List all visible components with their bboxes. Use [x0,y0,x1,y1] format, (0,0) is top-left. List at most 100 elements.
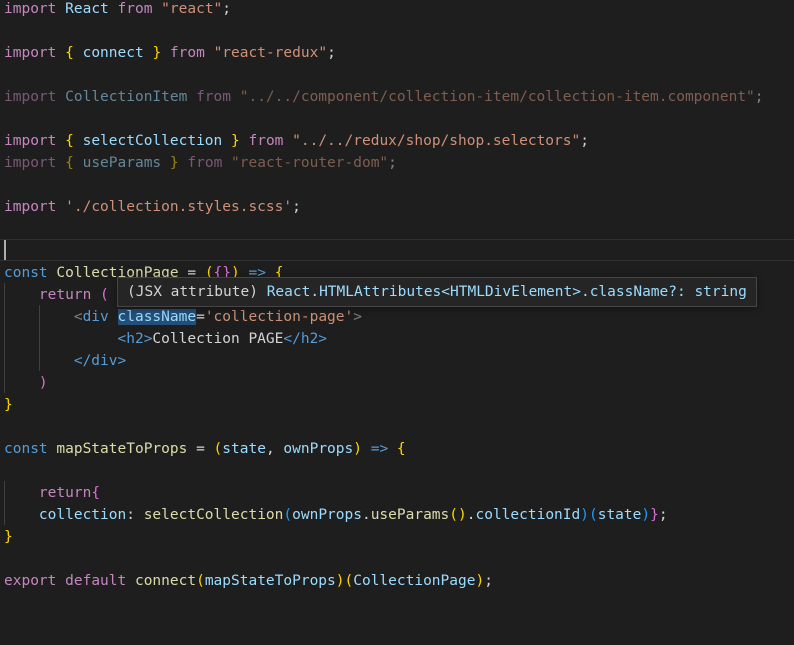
semicolon: ; [484,573,493,589]
const-keyword: const [4,441,48,457]
code-line-15: <h2>Collection PAGE</h2> [4,328,328,350]
brace: } [4,397,13,413]
brace: } [231,133,240,149]
return-keyword: return [38,287,92,303]
paren: ( [283,507,293,523]
current-line-highlight [0,239,794,261]
import-source: "react-redux" [213,45,328,61]
semicolon: ; [292,199,301,215]
import-source: './collection.styles.scss' [65,199,293,215]
from-keyword: from [248,133,284,149]
paren: ( [196,573,205,589]
semicolon: ; [580,133,589,149]
equals: = [196,309,205,325]
code-line-18: } [4,394,13,416]
jsx-tag-div: div [82,309,109,325]
param-ownprops: ownProps [283,441,354,457]
brace: { [65,155,74,171]
brace: { [65,45,74,61]
code-line-13: return ( [4,284,109,306]
tag-bracket: < [73,309,83,325]
brace: { [91,485,101,501]
code-line-23: collection: selectCollection(ownProps.us… [4,504,668,526]
variable: state [597,507,642,523]
jsx-tag-div-close: </div> [73,353,127,369]
import-name: connect [82,45,144,61]
function-name: mapStateToProps [56,441,188,457]
paren: ( [213,441,223,457]
jsx-attribute-classname[interactable]: className [117,309,197,325]
code-line-3: import { connect } from "react-redux"; [4,42,336,64]
paren: ) [580,507,589,523]
brace: } [650,507,659,523]
semicolon: ; [754,89,764,105]
arrow: => [370,441,389,457]
dot: . [361,507,371,523]
default-keyword: default [65,573,127,589]
param-state: state [222,441,266,457]
brace: { [396,441,406,457]
code-line-20: const mapStateToProps = (state, ownProps… [4,438,406,460]
from-keyword: from [117,1,153,17]
code-line-7: import { selectCollection } from "../../… [4,130,589,152]
from-keyword: from [187,155,223,171]
brace: } [169,155,179,171]
export-keyword: export [4,573,57,589]
code-line-24: } [4,526,13,548]
paren: ) [475,573,485,589]
code-line-5-unused-import: import CollectionItem from "../../compon… [4,86,764,108]
jsx-tag-h2-close: </h2> [283,331,328,347]
code-line-16: </div> [4,350,126,372]
paren: ) [335,573,345,589]
tag-bracket: > [353,309,362,325]
object-key: collection [38,507,127,523]
import-name: selectCollection [82,133,223,149]
variable: CollectionPage [353,573,476,589]
colon: : [126,507,135,523]
paren: () [449,507,467,523]
paren: ) [38,375,48,391]
code-line-8-unused-import: import { useParams } from "react-router-… [4,152,397,174]
jsx-tag-h2-open: <h2> [117,331,153,347]
semicolon: ; [327,45,336,61]
semicolon: ; [658,507,668,523]
code-line-14: <div className='collection-page'> [4,306,362,328]
tooltip-signature: React.HTMLAttributes<HTMLDivElement>.cla… [266,284,747,300]
import-source: "../../redux/shop/shop.selectors" [292,133,581,149]
code-line-17: ) [4,372,48,394]
import-name: React [65,1,109,17]
property: collectionId [475,507,581,523]
import-keyword: import [4,133,57,149]
code-line-26: export default connect(mapStateToProps)(… [4,570,493,592]
code-line-1: import React from "react"; [4,0,231,20]
import-source: "react-router-dom" [231,155,389,171]
code-line-22: return{ [4,482,100,504]
variable: ownProps [292,507,362,523]
semicolon: ; [388,155,397,171]
import-keyword: import [4,199,57,215]
paren: ) [641,507,651,523]
import-keyword: import [4,155,57,171]
brace: { [65,133,74,149]
paren: ( [100,287,109,303]
from-keyword: from [169,45,205,61]
semicolon: ; [222,1,232,17]
import-keyword: import [4,45,57,61]
from-keyword: from [196,89,231,105]
return-keyword: return [38,485,92,501]
code-line-10: import './collection.styles.scss'; [4,196,301,218]
code-editor[interactable]: import React from "react"; import { conn… [0,0,794,645]
text-cursor [4,240,6,260]
brace: } [4,529,13,545]
import-keyword: import [4,89,57,105]
import-name: CollectionItem [65,89,188,105]
hover-tooltip: (JSX attribute) React.HTMLAttributes<HTM… [117,277,757,307]
brace: } [152,45,162,61]
jsx-text: Collection PAGE [152,331,284,347]
paren: ( [588,507,598,523]
variable: mapStateToProps [204,573,336,589]
comma: , [265,441,275,457]
function-call: connect [134,573,197,589]
equals: = [196,441,205,457]
tooltip-kind: (JSX attribute) [127,284,258,300]
